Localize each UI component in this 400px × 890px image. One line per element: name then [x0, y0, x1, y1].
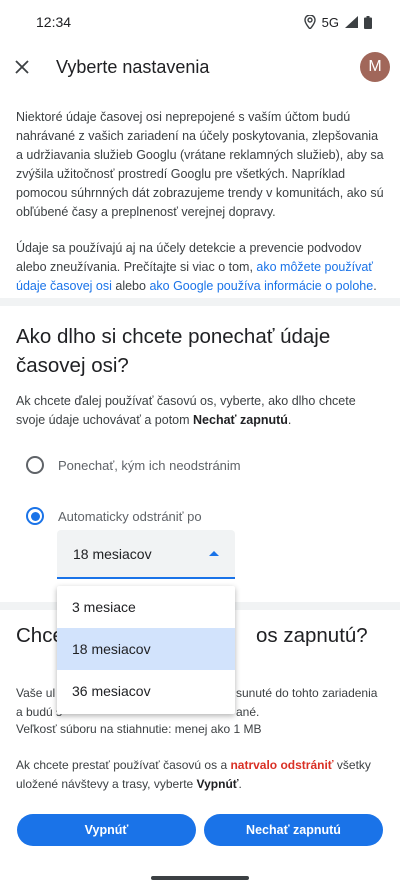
retention-title: Ako dlho si chcete ponechať údaje časove…: [16, 325, 331, 377]
status-icons: 5G: [303, 14, 372, 30]
radio-button[interactable]: [26, 456, 44, 474]
dropdown-option-36-months[interactable]: 36 mesiacov: [57, 670, 235, 712]
keep-on-title-right: os zapnutú?: [256, 624, 368, 647]
location-icon: [303, 15, 316, 29]
battery-icon: [364, 15, 372, 29]
dropdown-option-3-months[interactable]: 3 mesiace: [57, 586, 235, 628]
stop-timeline-text: Ak chcete prestať používať časovú os a n…: [16, 758, 371, 791]
radio-label: Ponechať, kým ich neodstránim: [58, 457, 241, 473]
select-value: 18 mesiacov: [73, 545, 152, 562]
close-icon: [15, 60, 29, 74]
location-info-link[interactable]: ako Google používa informácie o polohe: [149, 279, 373, 293]
intro-paragraph-1: Niektoré údaje časovej osi neprepojené s…: [16, 110, 384, 219]
close-button[interactable]: [0, 45, 44, 89]
radio-keep-until-delete[interactable]: Ponechať, kým ich neodstránim: [26, 456, 241, 474]
turn-off-button[interactable]: Vypnúť: [17, 814, 196, 846]
file-size-text: Veľkosť súboru na stiahnutie: menej ako …: [16, 722, 262, 736]
keep-on-line-1-right: sunuté do tohto zariadenia: [236, 686, 378, 700]
status-time: 12:34: [36, 14, 72, 30]
avatar[interactable]: M: [360, 52, 390, 82]
gesture-bar[interactable]: [151, 876, 249, 880]
app-bar: Vyberte nastavenia M: [0, 44, 400, 90]
intro-paragraph-2: Údaje sa používajú aj na účely detekcie …: [16, 241, 377, 293]
radio-auto-delete[interactable]: Automaticky odstrániť po: [26, 507, 202, 525]
keep-on-button[interactable]: Nechať zapnutú: [204, 814, 383, 846]
divider: [0, 298, 400, 306]
radio-button-selected[interactable]: [26, 507, 44, 525]
retention-description: Ak chcete ďalej používať časovú os, vybe…: [16, 394, 356, 427]
network-label: 5G: [321, 14, 339, 30]
intro-content: Niektoré údaje časovej osi neprepojené s…: [16, 108, 384, 313]
page-title: Vyberte nastavenia: [56, 56, 210, 77]
radio-label: Automaticky odstrániť po: [58, 508, 202, 524]
signal-icon: [345, 16, 358, 28]
auto-delete-dropdown: 3 mesiace 18 mesiacov 36 mesiacov: [57, 586, 235, 714]
auto-delete-select[interactable]: 18 mesiacov: [57, 530, 235, 579]
status-bar: 12:34 5G: [0, 0, 400, 44]
radio-dot: [30, 511, 40, 521]
dropdown-option-18-months[interactable]: 18 mesiacov: [57, 628, 235, 670]
caret-up-icon: [209, 551, 219, 556]
